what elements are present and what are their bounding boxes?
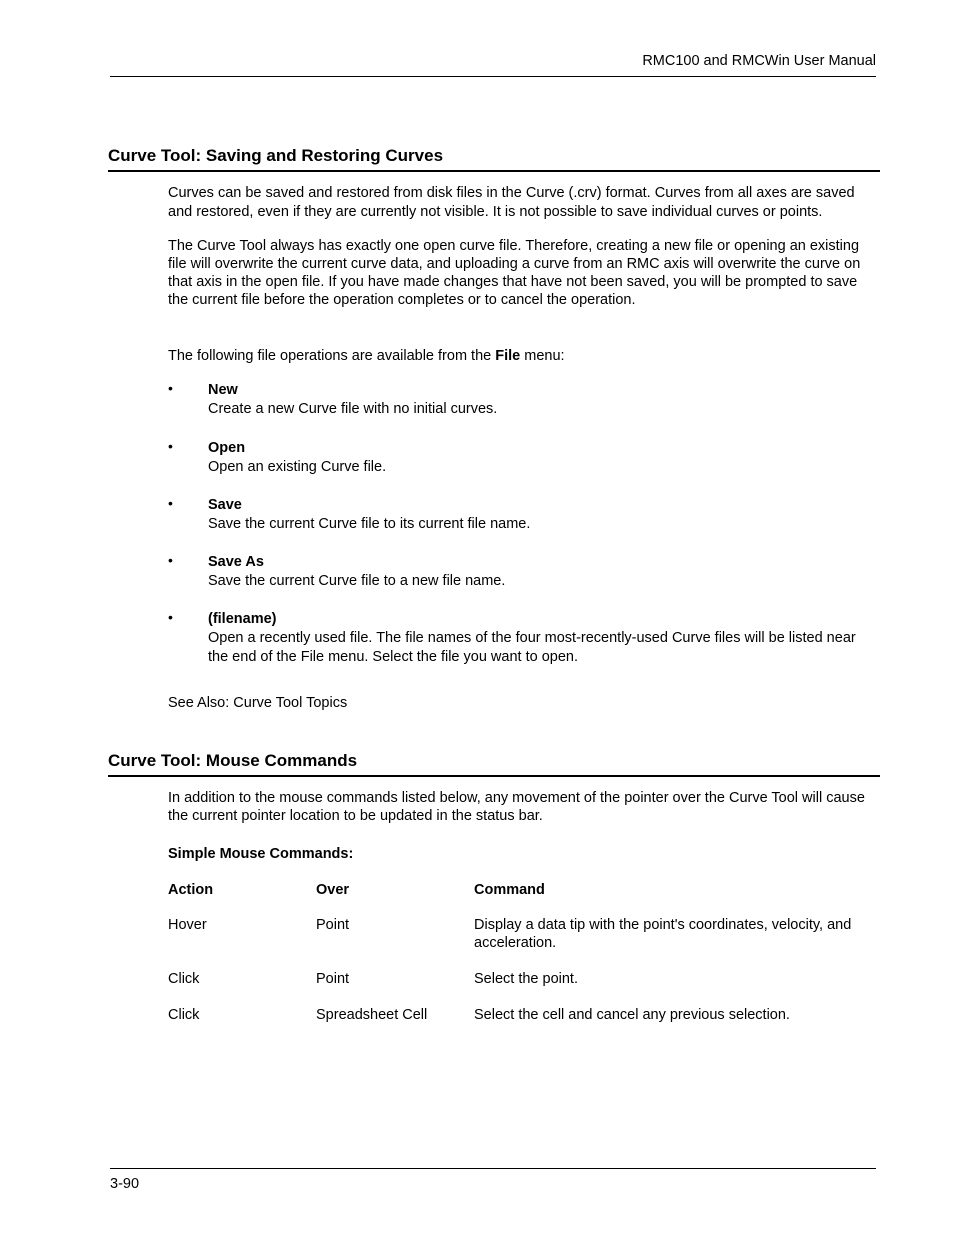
bullet-icon: • [168, 496, 173, 510]
list-item: • Save Save the current Curve file to it… [168, 496, 872, 533]
list-item: • New Create a new Curve file with no in… [168, 381, 872, 418]
section2-heading: Curve Tool: Mouse Commands [108, 750, 876, 771]
cell-over: Spreadsheet Cell [316, 1006, 474, 1042]
item-desc: Open a recently used file. The file name… [208, 629, 872, 665]
section1-p2: The Curve Tool always has exactly one op… [168, 237, 872, 310]
item-title: New [208, 381, 872, 399]
list-item: • (filename) Open a recently used file. … [168, 610, 872, 665]
footer: 3-90 [110, 1168, 876, 1193]
footer-rule [110, 1168, 876, 1169]
cell-command: Select the cell and cancel any previous … [474, 1006, 872, 1042]
bullet-icon: • [168, 553, 173, 567]
col-action-header: Action [168, 881, 316, 915]
col-over-header: Over [316, 881, 474, 915]
cell-command: Display a data tip with the point's coor… [474, 916, 872, 970]
bullet-icon: • [168, 381, 173, 395]
list-item: • Open Open an existing Curve file. [168, 439, 872, 476]
item-desc: Save the current Curve file to its curre… [208, 515, 872, 533]
table-title: Simple Mouse Commands: [168, 845, 872, 863]
section2-rule [108, 775, 880, 777]
list-item: • Save As Save the current Curve file to… [168, 553, 872, 590]
cell-over: Point [316, 970, 474, 1006]
see-also: See Also: Curve Tool Topics [168, 694, 872, 712]
table-row: Click Spreadsheet Cell Select the cell a… [168, 1006, 872, 1042]
section2-intro: In addition to the mouse commands listed… [168, 789, 872, 825]
section1-p3a: The following file operations are availa… [168, 348, 495, 364]
cell-action: Click [168, 1006, 316, 1042]
section1-p3c: menu: [520, 348, 564, 364]
table-row: Click Point Select the point. [168, 970, 872, 1006]
item-title: Save [208, 496, 872, 514]
cell-action: Click [168, 970, 316, 1006]
cell-command: Select the point. [474, 970, 872, 1006]
page-number: 3-90 [110, 1175, 876, 1193]
bullet-icon: • [168, 439, 173, 453]
bullet-icon: • [168, 610, 173, 624]
mouse-commands-table: Action Over Command Hover Point Display … [168, 881, 872, 1042]
table-row: Hover Point Display a data tip with the … [168, 916, 872, 970]
section1-p1: Curves can be saved and restored from di… [168, 184, 872, 220]
cell-action: Hover [168, 916, 316, 970]
section1-heading: Curve Tool: Saving and Restoring Curves [108, 145, 876, 166]
item-title: Open [208, 439, 872, 457]
cell-over: Point [316, 916, 474, 970]
section1-rule [108, 170, 880, 172]
item-desc: Save the current Curve file to a new fil… [208, 572, 872, 590]
item-title: (filename) [208, 610, 872, 628]
item-desc: Open an existing Curve file. [208, 458, 872, 476]
file-operations-list: • New Create a new Curve file with no in… [168, 381, 872, 665]
item-title: Save As [208, 553, 872, 571]
section1-p3: The following file operations are availa… [168, 347, 872, 365]
header-title: RMC100 and RMCWin User Manual [110, 52, 876, 70]
item-desc: Create a new Curve file with no initial … [208, 400, 872, 418]
file-menu-label: File [495, 348, 520, 364]
col-command-header: Command [474, 881, 872, 915]
